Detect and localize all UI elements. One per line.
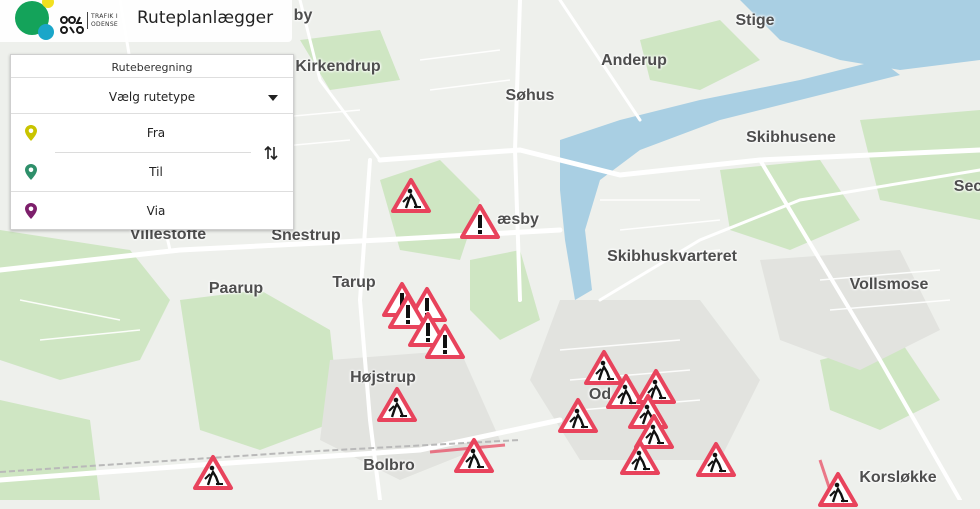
app-title: Ruteplanlægger — [137, 8, 274, 28]
roadwork-marker-icon[interactable] — [695, 441, 737, 479]
warning-marker-icon[interactable] — [424, 323, 466, 361]
roadwork-marker-icon[interactable] — [817, 471, 859, 509]
route-type-select[interactable]: Vælg rutetype — [11, 83, 293, 113]
roadwork-marker-icon[interactable] — [192, 454, 234, 492]
logo-divider — [87, 12, 88, 29]
chevron-down-icon — [268, 95, 278, 101]
panel-title: Ruteberegning — [111, 61, 193, 74]
via-label: Via — [146, 204, 166, 218]
from-label: Fra — [146, 126, 166, 140]
org-name-line2: ODENSE — [91, 21, 119, 28]
to-field[interactable]: Til — [11, 154, 251, 190]
logo-wordmark — [60, 15, 84, 38]
roadwork-marker-icon[interactable] — [619, 439, 661, 477]
route-type-label: Vælg rutetype — [108, 90, 196, 104]
app-header: TRAFIK I ODENSE Ruteplanlægger — [0, 0, 292, 42]
divider — [55, 152, 251, 153]
roadwork-marker-icon[interactable] — [557, 397, 599, 435]
roadwork-marker-icon[interactable] — [376, 386, 418, 424]
warning-marker-icon[interactable] — [459, 203, 501, 241]
divider — [11, 113, 293, 114]
logo-icon — [15, 0, 54, 40]
to-label: Til — [149, 165, 163, 179]
swap-vertical-icon[interactable] — [261, 143, 281, 163]
org-name-line1: TRAFIK I — [91, 13, 118, 20]
divider — [11, 191, 293, 192]
roadwork-marker-icon[interactable] — [453, 437, 495, 475]
from-field[interactable]: Fra — [11, 115, 251, 151]
via-field[interactable]: Via — [11, 193, 251, 229]
divider — [11, 77, 293, 78]
roadwork-marker-icon[interactable] — [390, 177, 432, 215]
route-panel: Ruteberegning Vælg rutetype Fra Til Via — [10, 54, 294, 230]
